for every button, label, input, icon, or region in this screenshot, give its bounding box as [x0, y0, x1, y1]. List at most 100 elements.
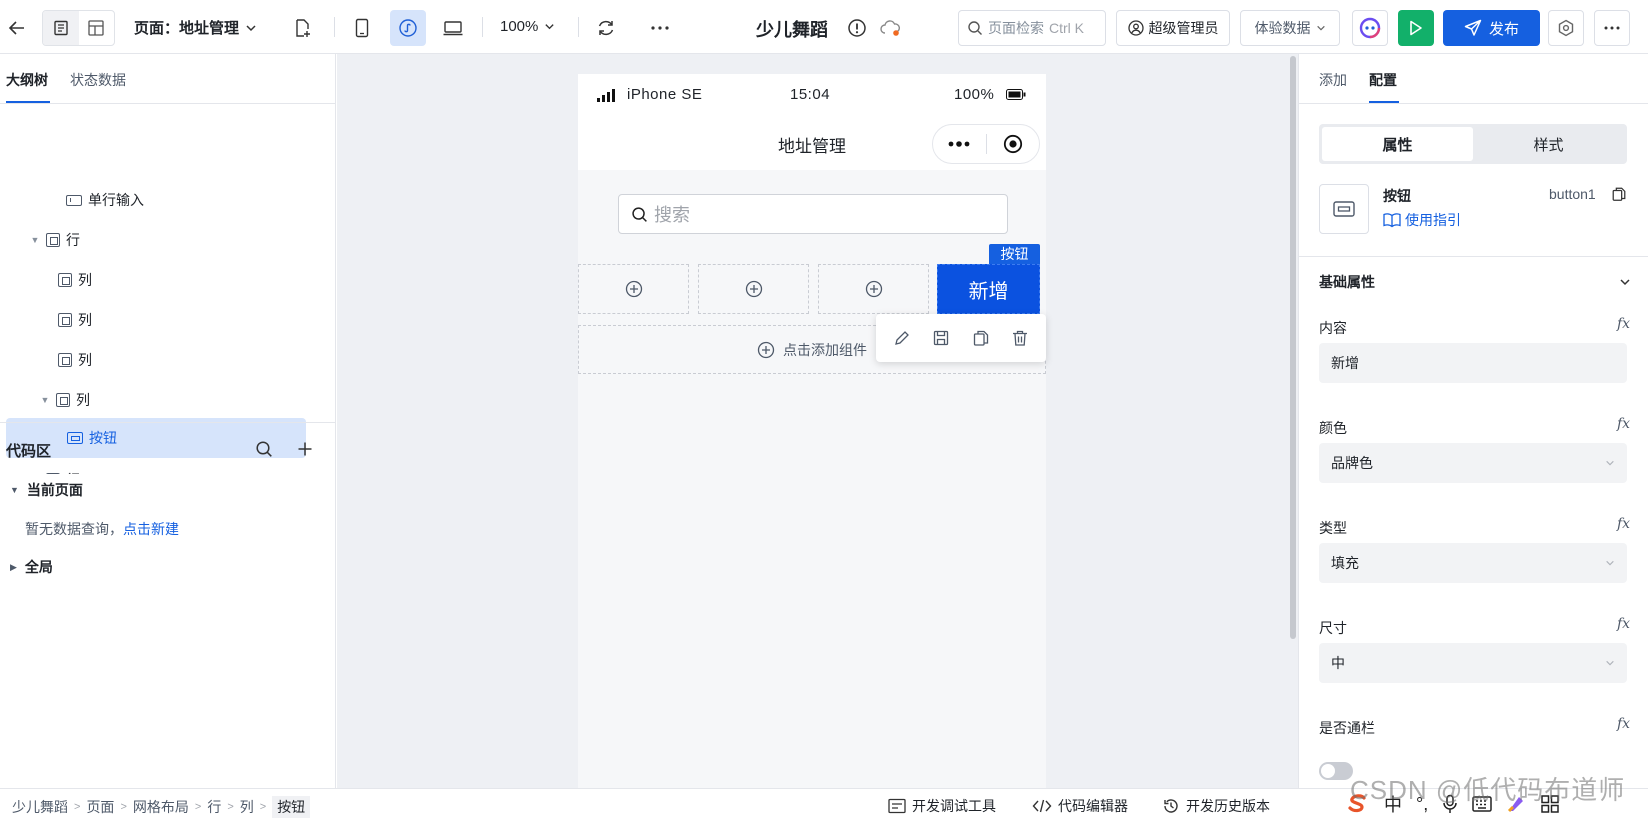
add-new-button[interactable]: 新增 [937, 264, 1040, 314]
subtab-styles[interactable]: 样式 [1473, 127, 1624, 161]
mobile-search-placeholder: 搜索 [654, 205, 690, 225]
code-area-title: 代码区 [6, 443, 52, 460]
tree-node-text-input[interactable]: 单行输入 [66, 180, 144, 220]
size-select[interactable]: 中 [1319, 643, 1627, 683]
app-title: 少儿舞蹈 [756, 20, 828, 40]
tree-node-column[interactable]: 列 [58, 300, 92, 340]
refresh-icon[interactable] [594, 16, 618, 40]
copy-id-icon[interactable] [1611, 186, 1627, 202]
global-group[interactable]: ▶ 全局 [10, 557, 53, 577]
tab-add[interactable]: 添加 [1319, 70, 1347, 90]
data-mode-select[interactable]: 体验数据 [1240, 10, 1340, 46]
dev-tools-button[interactable]: 开发调试工具 [888, 796, 996, 816]
cloud-status-icon[interactable] [878, 17, 902, 39]
type-value: 填充 [1331, 555, 1359, 571]
tree-node-column[interactable]: ▼ 列 [40, 380, 90, 420]
info-icon[interactable] [846, 17, 868, 39]
chevron-down-icon [1316, 25, 1325, 31]
mobile-search-input[interactable]: 搜索 [618, 194, 1008, 234]
zoom-selector[interactable]: 100% [500, 18, 555, 35]
capsule-close-icon[interactable] [987, 134, 1040, 154]
usage-guide-link[interactable]: 使用指引 [1383, 210, 1461, 230]
history-label: 开发历史版本 [1186, 798, 1270, 814]
chevron-down-icon[interactable] [1619, 276, 1631, 288]
empty-query-text: 暂无数据查询， [25, 521, 123, 537]
breadcrumb-item[interactable]: 少儿舞蹈 [12, 797, 68, 817]
ai-assistant-button[interactable] [1352, 10, 1388, 46]
new-page-icon[interactable] [290, 16, 314, 40]
current-page-group[interactable]: ▼ 当前页面 [10, 480, 83, 500]
color-select[interactable]: 品牌色 [1319, 443, 1627, 483]
empty-grid-cell[interactable] [698, 264, 809, 314]
back-arrow-icon[interactable] [6, 17, 28, 39]
fx-icon[interactable]: fx [1617, 616, 1630, 632]
csdn-watermark: CSDN @低代码布道师 [1350, 775, 1626, 805]
subtab-properties[interactable]: 属性 [1322, 127, 1473, 161]
phone-nav-bar: 地址管理 [578, 116, 1046, 170]
fx-icon[interactable]: fx [1617, 416, 1630, 432]
layout-view-icon[interactable] [79, 11, 115, 45]
run-button[interactable] [1398, 10, 1434, 46]
content-input[interactable]: 新增 [1319, 343, 1627, 383]
fx-icon[interactable]: fx [1617, 516, 1630, 532]
empty-grid-cell[interactable] [578, 264, 689, 314]
box-icon [46, 233, 60, 247]
add-circle-icon [865, 280, 882, 298]
chevron-down-icon [1606, 560, 1614, 566]
fx-icon[interactable]: fx [1617, 716, 1630, 732]
page-selector[interactable]: 页面：地址管理 [134, 17, 257, 38]
chevron-down-icon [1606, 460, 1614, 466]
search-icon[interactable] [252, 437, 276, 461]
search-icon [632, 206, 647, 222]
size-value: 中 [1331, 655, 1345, 671]
usage-guide-label: 使用指引 [1405, 212, 1461, 228]
capsule-more-icon[interactable] [933, 141, 986, 147]
tab-outline-tree[interactable]: 大纲树 [6, 70, 48, 90]
code-icon [1032, 799, 1052, 813]
save-icon[interactable] [932, 329, 950, 347]
tab-config[interactable]: 配置 [1369, 70, 1397, 90]
content-label: 内容 [1319, 320, 1347, 336]
code-editor-label: 代码编辑器 [1058, 798, 1128, 814]
page-view-icon[interactable] [43, 11, 79, 45]
input-icon [66, 194, 82, 206]
battery-icon [1006, 89, 1026, 100]
add-circle-icon [745, 280, 762, 298]
breadcrumb-item[interactable]: 网格布局 [133, 797, 189, 817]
canvas-scrollbar[interactable] [1290, 56, 1296, 639]
more-menu-button[interactable] [1594, 10, 1630, 46]
user-icon [1127, 20, 1144, 36]
color-label: 颜色 [1319, 420, 1347, 436]
tab-state-data[interactable]: 状态数据 [70, 70, 126, 90]
code-editor-button[interactable]: 代码编辑器 [1032, 796, 1128, 816]
tree-node-row[interactable]: ▼ 行 [30, 220, 80, 260]
create-query-link[interactable]: 点击新建 [123, 519, 179, 539]
admin-button[interactable]: 超级管理员 [1116, 10, 1230, 46]
breadcrumb-item[interactable]: 行 [207, 797, 221, 817]
desktop-view-icon[interactable] [440, 16, 466, 40]
history-button[interactable]: 开发历史版本 [1162, 796, 1270, 816]
caret-down-icon[interactable]: ▼ [40, 395, 50, 405]
type-select[interactable]: 填充 [1319, 543, 1627, 583]
plus-icon[interactable] [293, 437, 317, 461]
zoom-value: 100% [500, 18, 539, 35]
tree-node-label: 列 [78, 352, 92, 368]
tree-node-column[interactable]: 列 [58, 340, 92, 380]
delete-icon[interactable] [1011, 329, 1029, 347]
global-label: 全局 [24, 559, 53, 575]
caret-down-icon[interactable]: ▼ [30, 235, 40, 245]
fx-icon[interactable]: fx [1617, 316, 1630, 332]
more-icon[interactable] [648, 16, 672, 40]
breadcrumb-item[interactable]: 列 [240, 797, 254, 817]
block-toggle[interactable] [1319, 762, 1353, 780]
copy-icon[interactable] [972, 329, 990, 347]
page-search[interactable]: 页面检索 Ctrl K [958, 10, 1106, 46]
edit-icon[interactable] [893, 329, 911, 347]
settings-button[interactable] [1548, 10, 1584, 46]
miniprogram-view-icon[interactable] [390, 10, 426, 46]
empty-grid-cell[interactable] [818, 264, 929, 314]
mobile-view-icon[interactable] [350, 16, 374, 40]
publish-button[interactable]: 发布 [1443, 10, 1540, 46]
breadcrumb-item[interactable]: 页面 [86, 797, 114, 817]
tree-node-column[interactable]: 列 [58, 260, 92, 300]
